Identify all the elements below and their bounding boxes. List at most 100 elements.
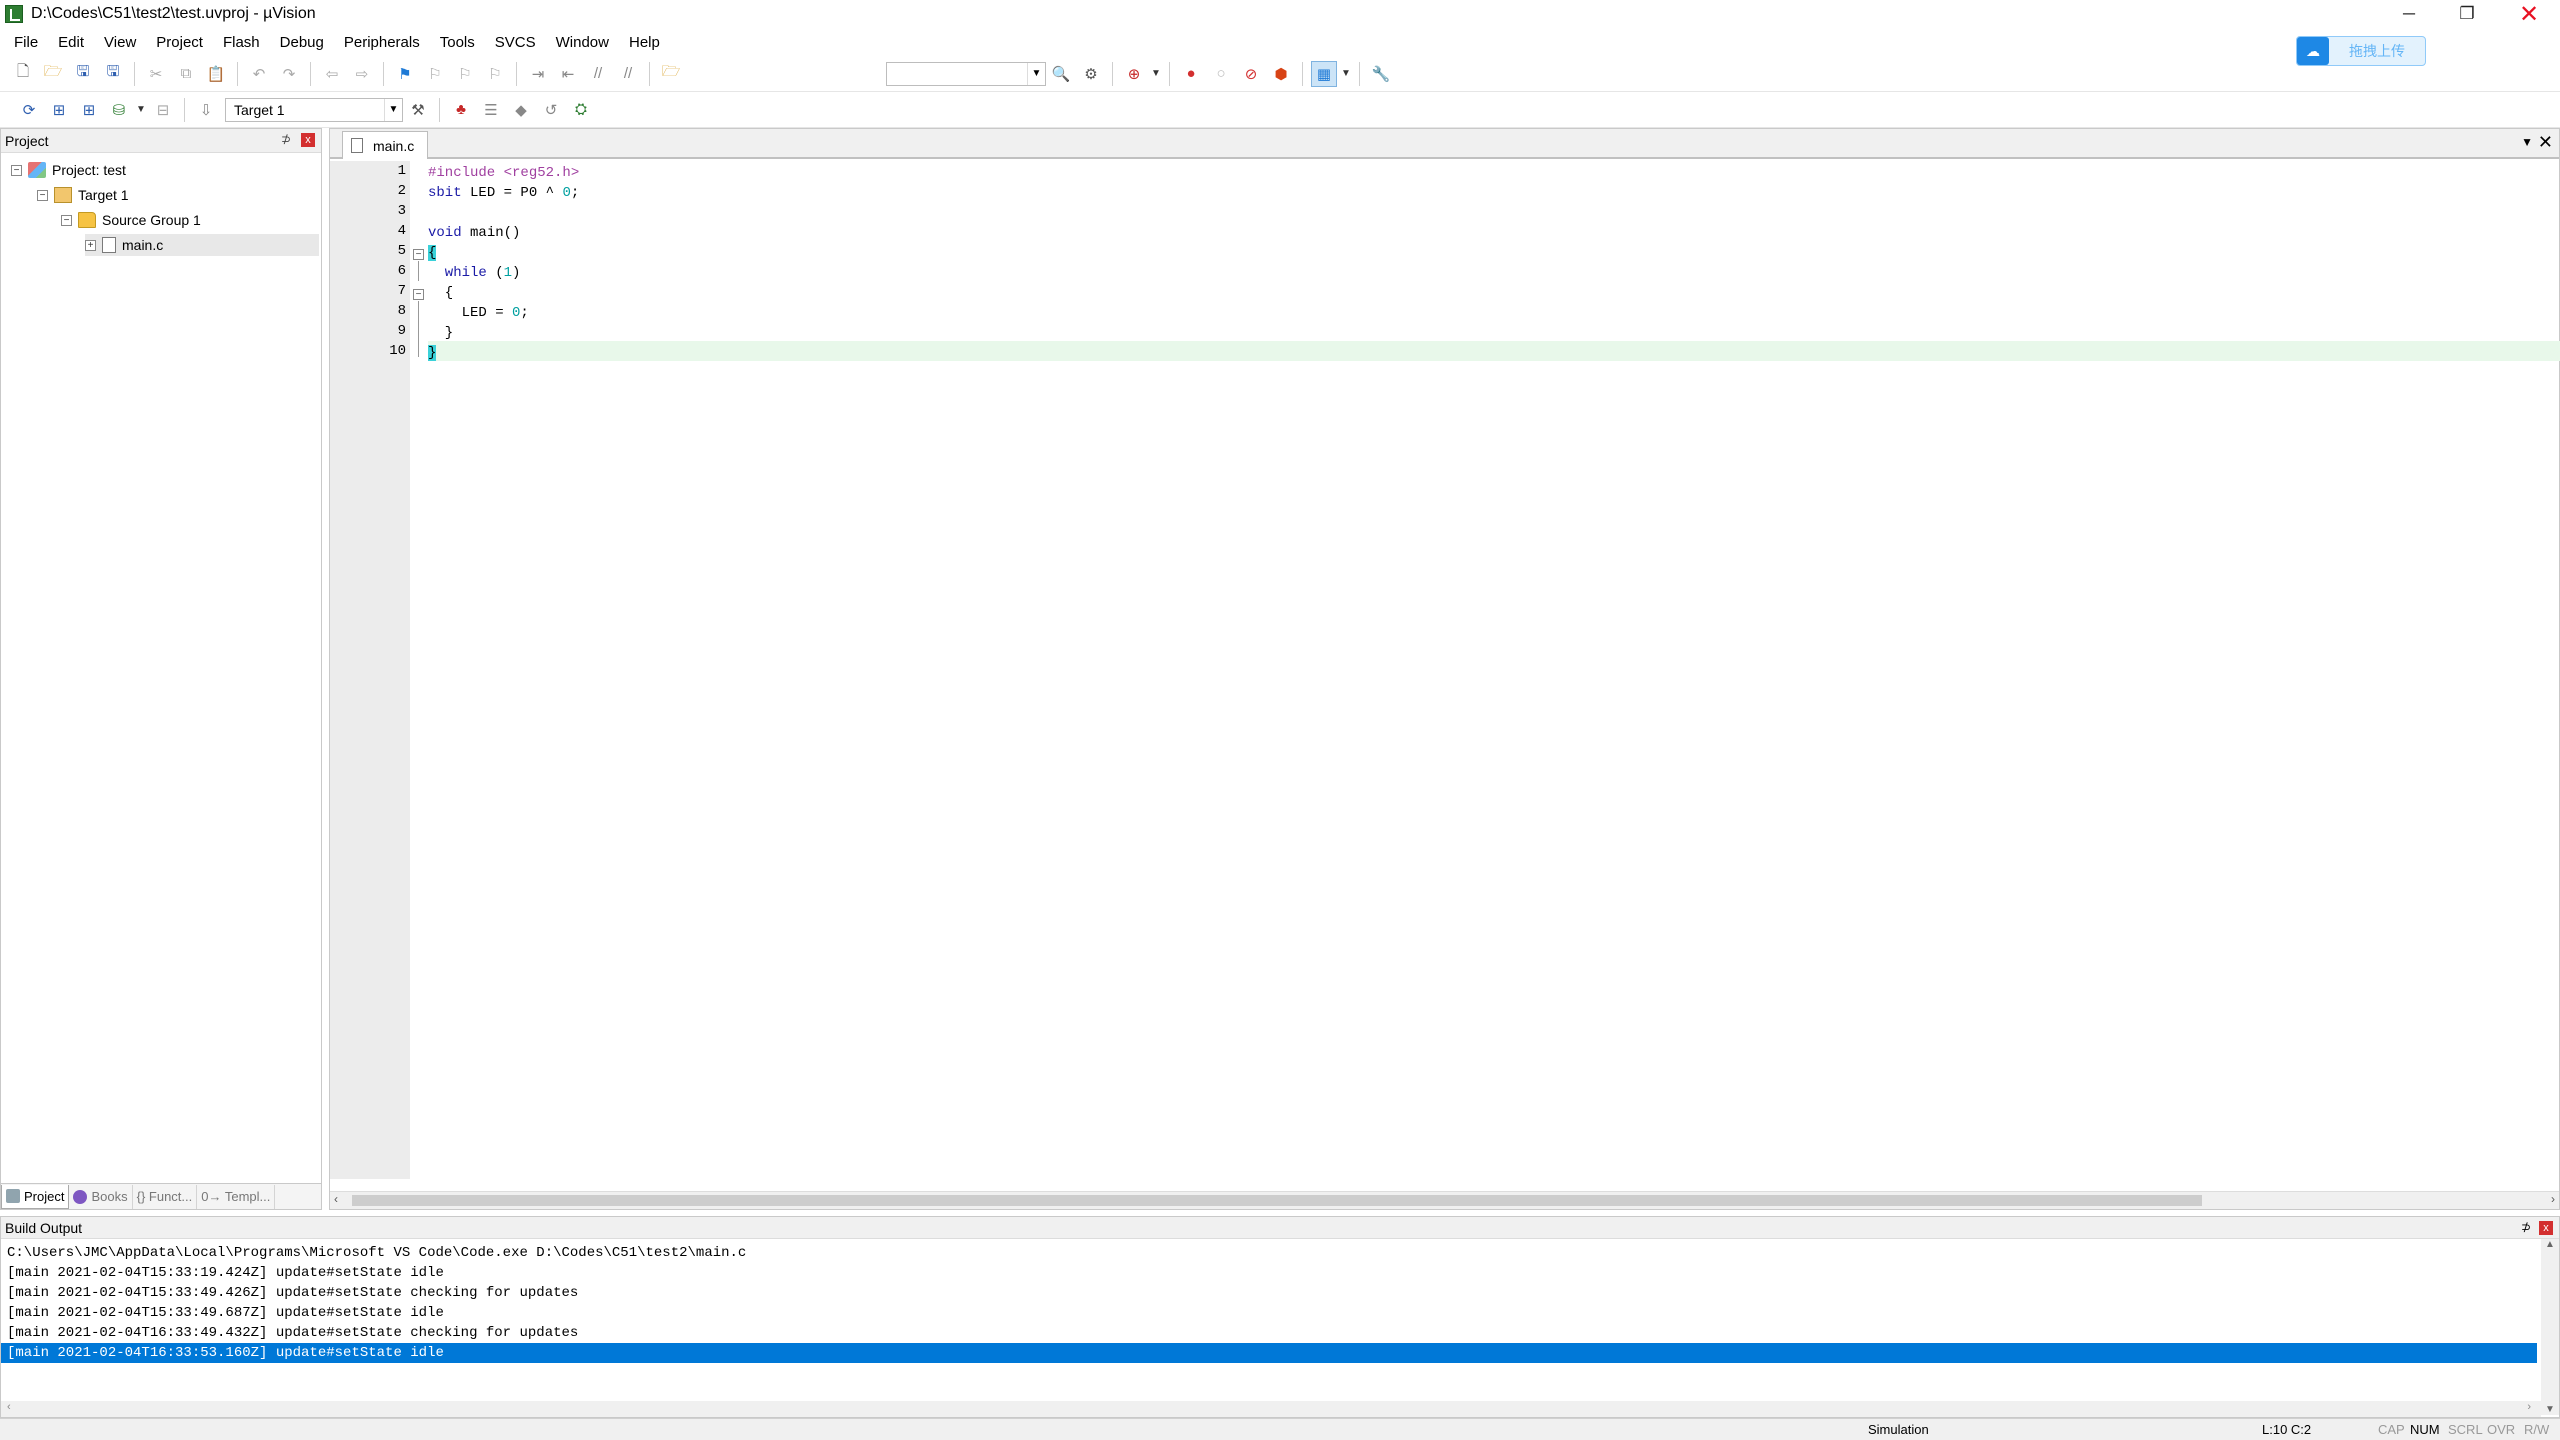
build-icon[interactable]: ⊞	[46, 97, 72, 123]
menu-debug[interactable]: Debug	[270, 34, 334, 51]
code-line-10[interactable]: }	[428, 343, 437, 363]
chevron-down-icon[interactable]: ▼	[384, 98, 402, 121]
tree-item-source-group[interactable]: − Source Group 1	[61, 209, 201, 231]
bookmark-icon[interactable]: ⚑	[392, 61, 418, 87]
close-editor-icon[interactable]: ✕	[2538, 132, 2553, 153]
output-line[interactable]: [main 2021-02-04T15:33:19.424Z] update#s…	[1, 1263, 2537, 1283]
enable-breakpoint-icon[interactable]: ○	[1208, 61, 1234, 87]
rebuild-icon[interactable]: ⊞	[76, 97, 102, 123]
select-packs-icon[interactable]: ◆	[508, 97, 534, 123]
insert-breakpoint-icon[interactable]: ●	[1178, 61, 1204, 87]
output-line[interactable]: [main 2021-02-04T16:33:49.432Z] update#s…	[1, 1323, 2537, 1343]
tree-item-project[interactable]: − Project: test	[11, 159, 126, 181]
menu-tools[interactable]: Tools	[430, 34, 485, 51]
menu-help[interactable]: Help	[619, 34, 670, 51]
start-debug-icon[interactable]: ⊕	[1121, 61, 1147, 87]
find-icon[interactable]: 🔍	[1048, 61, 1074, 87]
minimize-button[interactable]: ─	[2380, 0, 2438, 28]
tab-list-dropdown-icon[interactable]: ▼	[2521, 135, 2533, 149]
chevron-down-icon[interactable]: ▼	[1149, 61, 1163, 87]
scroll-up-icon[interactable]: ▲	[2545, 1239, 2555, 1250]
menu-window[interactable]: Window	[546, 34, 619, 51]
window-layout-icon[interactable]: ▦	[1311, 60, 1337, 87]
copy-icon[interactable]: ⧉	[173, 61, 199, 87]
indent-icon[interactable]: ⇥	[525, 61, 551, 87]
kill-breakpoints-icon[interactable]: ⬢	[1268, 61, 1294, 87]
close-panel-button[interactable]: x	[2539, 1221, 2553, 1235]
manage-components-icon[interactable]: ☰	[478, 97, 504, 123]
code-line-7[interactable]: {	[428, 283, 453, 303]
tree-item-main-c[interactable]: + main.c	[85, 234, 319, 256]
code-line-4[interactable]: void main()	[428, 223, 520, 243]
disable-breakpoints-icon[interactable]: ⊘	[1238, 61, 1264, 87]
output-vertical-scrollbar[interactable]: ▲ ▼	[2541, 1239, 2559, 1415]
scroll-right-icon[interactable]: ›	[2551, 1192, 2555, 1206]
output-line[interactable]: [main 2021-02-04T15:33:49.426Z] update#s…	[1, 1283, 2537, 1303]
editor-tab-main-c[interactable]: main.c	[342, 131, 428, 159]
save-icon[interactable]: 🖫	[70, 61, 96, 87]
menu-peripherals[interactable]: Peripherals	[334, 34, 430, 51]
open-file-icon[interactable]: 🗁	[40, 61, 66, 87]
new-file-icon[interactable]: 🗋	[10, 61, 36, 87]
collapse-icon[interactable]: −	[37, 189, 48, 201]
collapse-icon[interactable]: −	[61, 214, 72, 226]
menu-flash[interactable]: Flash	[213, 34, 270, 51]
incremental-find-icon[interactable]: ⚙	[1078, 61, 1104, 87]
menu-svcs[interactable]: SVCS	[485, 34, 546, 51]
stop-build-icon[interactable]: ⊟	[150, 97, 176, 123]
expand-icon[interactable]: +	[85, 239, 96, 251]
scroll-left-icon[interactable]: ‹	[334, 1192, 338, 1206]
scroll-left-icon[interactable]: ‹	[7, 1401, 11, 1413]
tab-books[interactable]: Books	[69, 1184, 133, 1209]
code-line-1[interactable]: #include <reg52.h>	[428, 163, 579, 183]
configure-icon[interactable]: 🔧	[1368, 61, 1394, 87]
code-line-5[interactable]: {	[428, 243, 437, 263]
chevron-down-icon[interactable]: ▼	[134, 97, 148, 123]
clear-bookmarks-icon[interactable]: ⚐	[482, 61, 508, 87]
tab-project[interactable]: Project	[1, 1184, 70, 1209]
batch-build-icon[interactable]: ⛁	[106, 97, 132, 123]
scroll-right-icon[interactable]: ›	[2527, 1401, 2531, 1413]
target-select[interactable]: Target 1 ▼	[225, 97, 403, 122]
code-line-2[interactable]: sbit LED = P0 ^ 0;	[428, 183, 579, 203]
scrollbar-thumb[interactable]	[352, 1195, 2202, 1206]
code-line-6[interactable]: while (1)	[428, 263, 521, 283]
target-options-icon[interactable]: ⚒	[405, 97, 431, 123]
pack-installer-icon[interactable]: ↺	[538, 97, 564, 123]
find-combo-box[interactable]: ▼	[886, 61, 1046, 86]
output-line-selected[interactable]: [main 2021-02-04T16:33:53.160Z] update#s…	[1, 1343, 2537, 1363]
menu-view[interactable]: View	[94, 34, 146, 51]
chevron-down-icon[interactable]: ▼	[1339, 61, 1353, 87]
navigate-back-icon[interactable]: ⇦	[319, 61, 345, 87]
menu-project[interactable]: Project	[146, 34, 213, 51]
restore-button[interactable]: ❐	[2438, 0, 2496, 28]
code-line-8[interactable]: LED = 0;	[428, 303, 529, 323]
tab-functions[interactable]: {} Funct...	[133, 1184, 198, 1209]
output-horizontal-scrollbar[interactable]: ‹ ›	[1, 1401, 2541, 1417]
download-icon[interactable]: ⇩	[193, 97, 219, 123]
undo-icon[interactable]: ↶	[246, 61, 272, 87]
find-in-files-icon[interactable]: 🗁	[658, 61, 684, 87]
close-panel-button[interactable]: x	[301, 133, 315, 147]
menu-edit[interactable]: Edit	[48, 34, 94, 51]
prev-bookmark-icon[interactable]: ⚐	[422, 61, 448, 87]
comment-icon[interactable]: //	[585, 61, 611, 87]
tab-templates[interactable]: 0→ Templ...	[197, 1184, 276, 1209]
output-line[interactable]: C:\Users\JMC\AppData\Local\Programs\Micr…	[1, 1243, 2537, 1263]
save-all-icon[interactable]: 🖫	[100, 61, 126, 87]
close-window-button[interactable]: ✕	[2498, 0, 2560, 28]
pin-icon[interactable]: ⊅	[2521, 1220, 2531, 1234]
file-extensions-icon[interactable]: ♣	[448, 97, 474, 123]
next-bookmark-icon[interactable]: ⚐	[452, 61, 478, 87]
pin-icon[interactable]: ⊅	[281, 132, 291, 146]
cut-icon[interactable]: ✂	[143, 61, 169, 87]
output-line[interactable]: [main 2021-02-04T15:33:49.687Z] update#s…	[1, 1303, 2537, 1323]
fold-collapse-icon[interactable]: −	[413, 289, 424, 300]
code-line-9[interactable]: }	[428, 323, 453, 343]
manage-rte-icon[interactable]: ⛭	[568, 97, 594, 123]
editor-horizontal-scrollbar[interactable]: ‹ ›	[330, 1191, 2559, 1209]
uncomment-icon[interactable]: //	[615, 61, 641, 87]
fold-collapse-icon[interactable]: −	[413, 249, 424, 260]
collapse-icon[interactable]: −	[11, 164, 22, 176]
scroll-down-icon[interactable]: ▼	[2545, 1404, 2555, 1415]
